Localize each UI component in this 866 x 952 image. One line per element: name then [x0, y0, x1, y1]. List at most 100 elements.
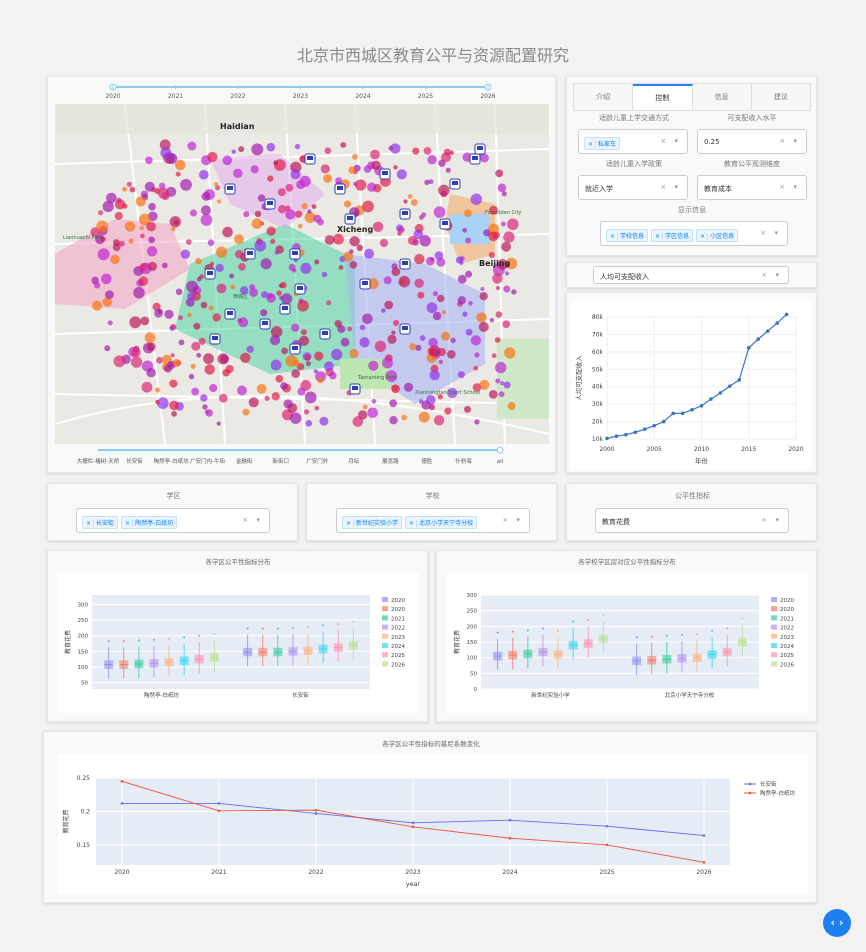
- household-marker: [396, 224, 404, 232]
- group-label: 长安街: [292, 691, 309, 699]
- tab-advice[interactable]: 建议: [752, 84, 810, 110]
- tab-info[interactable]: 信息: [693, 84, 752, 110]
- household-marker: [498, 391, 505, 398]
- clear-chevron-icon[interactable]: × ▾: [502, 516, 523, 524]
- household-marker: [200, 205, 211, 216]
- clear-chevron-icon[interactable]: × ▾: [660, 183, 681, 191]
- y-tick-label: 200: [467, 624, 478, 630]
- household-marker: [324, 361, 334, 372]
- household-marker: [290, 169, 301, 180]
- chart-title: 各学校学区房对应公平性指标分布: [578, 557, 676, 566]
- household-marker: [437, 294, 445, 303]
- y-tick-label: 0.25: [77, 775, 91, 782]
- clear-chevron-icon[interactable]: × ▾: [242, 516, 263, 524]
- bus-icon-window: [292, 251, 298, 255]
- household-marker: [139, 233, 145, 239]
- household-marker: [144, 332, 156, 344]
- household-marker: [218, 393, 228, 403]
- gini-point: [702, 834, 706, 837]
- household-marker: [295, 210, 303, 218]
- transport-select[interactable]: × 私家车 × ▾: [578, 129, 688, 154]
- household-marker: [146, 221, 156, 232]
- policy-select[interactable]: 就近入学 × ▾: [578, 175, 688, 200]
- bus-icon-window: [402, 326, 408, 330]
- district-tick-label: 长安街: [126, 457, 143, 465]
- tab-control[interactable]: 控制: [633, 84, 693, 110]
- household-marker: [393, 165, 398, 170]
- clear-chevron-icon[interactable]: × ▾: [760, 229, 781, 237]
- household-marker: [305, 420, 313, 427]
- household-marker: [368, 360, 379, 371]
- household-marker: [146, 342, 156, 352]
- tab-intro[interactable]: 介绍: [574, 84, 634, 110]
- household-marker: [480, 287, 485, 291]
- school-box-panel: 各学校学区房对应公平性指标分布 0 50 100 150 200 250 300 教育花费 新世纪…: [436, 550, 817, 722]
- clear-chevron-icon[interactable]: × ▾: [761, 271, 782, 279]
- clear-chevron-icon[interactable]: × ▾: [779, 183, 800, 191]
- clear-chevron-icon[interactable]: × ▾: [660, 137, 681, 145]
- income-line-chart: 10k 20k 30k 40k 50k 60k 70k 80k 2000 2005 2010 2015…: [571, 299, 812, 470]
- income-point: [765, 329, 770, 333]
- map-place-label: Beijing: [479, 259, 510, 268]
- metric-select[interactable]: 教育花费 × ▾: [595, 508, 789, 533]
- chart-title: 各学区公平性指标的基尼系数变化: [382, 739, 480, 748]
- household-marker: [222, 226, 233, 238]
- income-chart-panel: 10k 20k 30k 40k 50k 60k 70k 80k 2000 2005 2010 2015…: [566, 292, 817, 473]
- household-marker: [503, 381, 511, 389]
- household-marker: [417, 291, 425, 299]
- dimension-select[interactable]: 教育成本 × ▾: [697, 175, 807, 200]
- household-marker: [133, 287, 145, 299]
- district-tick-label: 月坛: [348, 458, 360, 465]
- household-marker: [242, 408, 250, 416]
- school-bus-icon: [289, 248, 301, 260]
- household-marker: [403, 382, 414, 392]
- income-metric-select[interactable]: 人均可支配收入 × ▾: [593, 266, 789, 284]
- household-marker: [359, 324, 366, 331]
- household-marker: [243, 211, 250, 218]
- district-select[interactable]: × 长安街 × 陶然亭-白纸坊 × ▾: [76, 508, 270, 533]
- year-slider[interactable]: 2020 2021 2022 2023 2024 2025 2026: [48, 77, 557, 103]
- household-marker: [203, 353, 214, 365]
- legend-label: 2020: [780, 607, 794, 613]
- household-marker: [187, 292, 196, 301]
- household-marker: [314, 259, 320, 265]
- household-marker: [457, 296, 466, 305]
- income-level-select[interactable]: 0.25 × ▾: [697, 129, 807, 154]
- household-marker: [464, 405, 471, 413]
- household-marker: [495, 169, 504, 178]
- household-marker: [190, 209, 197, 217]
- map-view[interactable]: Haidian Xicheng Beijing Forbidden City Lianh…: [55, 104, 549, 444]
- school-select[interactable]: × 新世纪实验小学 × 北京小学天宁寺分校 × ▾: [336, 508, 530, 533]
- clear-chevron-icon[interactable]: × ▾: [779, 137, 800, 145]
- legend-label: 2021: [780, 616, 794, 622]
- household-marker: [169, 400, 179, 411]
- legend-marker: [748, 782, 752, 786]
- household-marker: [511, 289, 517, 295]
- household-marker: [146, 368, 156, 378]
- bus-icon-window: [297, 286, 303, 290]
- household-marker: [349, 236, 360, 247]
- household-marker: [270, 359, 282, 371]
- household-marker: [267, 292, 274, 299]
- group-label: 北京小学天宁寺分校: [665, 691, 715, 699]
- household-marker: [148, 236, 155, 244]
- household-marker: [501, 221, 506, 227]
- x-tick-label: 2020: [788, 446, 803, 453]
- legend-swatch: [382, 624, 388, 630]
- gini-point: [508, 818, 512, 822]
- income-point: [709, 397, 713, 401]
- clear-chevron-icon[interactable]: × ▾: [761, 516, 782, 524]
- legend-label: 2023: [391, 635, 405, 641]
- y-tick-label: 100: [78, 665, 89, 671]
- display-select[interactable]: × 学校信息 × 学区信息 × 小区信息 × ▾: [600, 221, 788, 246]
- gini-point: [217, 809, 221, 813]
- household-marker: [122, 186, 127, 192]
- household-marker: [216, 283, 227, 294]
- page-title: 北京市西城区教育公平与资源配置研究: [296, 46, 569, 65]
- district-slider[interactable]: 大栅栏-椿树-天桥 长安街 陶然亭-白纸坊 广安门内-牛街 金融街 新街口 广安门外 月坛 展览…: [48, 446, 557, 474]
- legend-label: 2022: [780, 626, 794, 632]
- code-toggle-button[interactable]: ‹ ›: [823, 909, 851, 937]
- household-marker: [187, 141, 197, 151]
- x-tick-label: 2020: [114, 869, 129, 876]
- map-place-label: Forbidden City: [485, 210, 521, 216]
